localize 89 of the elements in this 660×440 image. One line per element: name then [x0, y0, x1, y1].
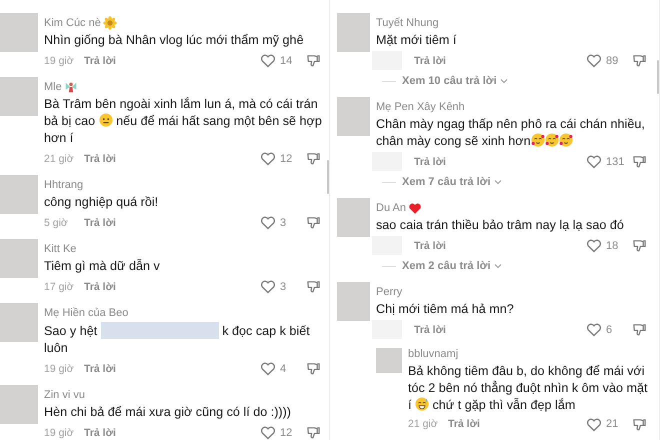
caret-icon [500, 78, 508, 84]
heart-icon[interactable] [586, 154, 602, 169]
like-count: 14 [280, 54, 292, 66]
comment-text: Chị mới tiêm má hả mn? [376, 301, 515, 318]
like-count: 131 [606, 156, 624, 168]
comment-time: 19 giờ [44, 54, 75, 66]
comment-text: Nhìn giống bà Nhân vlog lúc mới thẩm mỹ ghê [44, 32, 305, 49]
caret-icon [494, 263, 502, 269]
user-name[interactable]: Kim Cúc nè [44, 15, 117, 31]
reply-button[interactable]: Trả lời [414, 54, 446, 66]
comment-time: 19 giờ [44, 426, 75, 438]
reply-button[interactable]: Trả lời [414, 324, 446, 336]
scrollbar[interactable] [327, 160, 329, 194]
reply-button[interactable]: Trả lời [84, 426, 116, 438]
heart-icon[interactable] [260, 151, 276, 166]
view-replies-link[interactable]: Xem 7 câu trả lời [402, 176, 502, 188]
dislike-icon[interactable] [632, 154, 647, 169]
heart-icon[interactable] [586, 416, 602, 432]
user-name[interactable]: Mẹ Hiền của Beo [44, 305, 128, 321]
dislike-icon[interactable] [632, 416, 647, 432]
dislike-icon[interactable] [632, 322, 647, 337]
sweat-smile-emoji-icon [415, 397, 429, 411]
flower-emoji-icon [102, 16, 117, 30]
heart-icon[interactable] [260, 279, 276, 294]
reply-button[interactable]: Trả lời [84, 216, 116, 228]
like-count: 4 [280, 362, 286, 374]
reply-button[interactable]: Trả lời [84, 152, 116, 164]
like-count: 12 [280, 152, 292, 164]
user-name[interactable]: Zin vi vu [44, 387, 85, 403]
heart-icon[interactable] [260, 425, 276, 440]
user-name[interactable]: Hhtrang [44, 177, 84, 193]
comment-time: 21 giờ [408, 418, 439, 430]
dislike-icon[interactable] [306, 53, 321, 68]
user-name[interactable]: Kitt Ke [44, 241, 76, 257]
like-count: 12 [280, 426, 292, 438]
like-count: 6 [606, 324, 612, 336]
reply-button[interactable]: Trả lời [84, 54, 116, 66]
comment-text: sao caia trán thiều bảo trâm nay lạ lạ sao đó [376, 217, 625, 234]
comment-text: Bà Trâm bên ngoài xinh lắm lun á, mà có cái trán bả bị cao nếu để mái hất sang một bên sẽ hợp hơn í [44, 96, 323, 147]
comment-time: 19 giờ [44, 362, 75, 374]
comment-text: công nghiệp quá rồi! [44, 194, 160, 211]
reply-button[interactable]: Trả lời [414, 240, 446, 252]
heart-icon[interactable] [586, 322, 602, 337]
smiling-face-hearts-emoji-icon [530, 133, 545, 147]
user-name[interactable]: Mẹ Pen Xây Kênh [376, 99, 465, 115]
dislike-icon[interactable] [306, 279, 321, 294]
scrollbar[interactable] [657, 60, 659, 94]
dislike-icon[interactable] [632, 238, 647, 253]
comment-time: 5 giờ [44, 216, 69, 228]
dislike-icon[interactable] [632, 53, 647, 68]
caret-icon [494, 179, 502, 185]
like-count: 3 [280, 216, 286, 228]
dislike-icon[interactable] [306, 215, 321, 230]
smiling-face-hearts-emoji-icon [558, 133, 573, 147]
comment-text: Mặt mới tiêm í [376, 32, 458, 49]
view-replies-link[interactable]: Xem 10 câu trả lời [402, 75, 508, 87]
like-count: 89 [606, 54, 618, 66]
reply-button[interactable]: Trả lời [448, 418, 480, 430]
dislike-icon[interactable] [306, 425, 321, 440]
neutral-face-emoji-icon [98, 113, 113, 127]
dislike-icon[interactable] [306, 361, 321, 376]
comment-time: 21 giờ [44, 152, 75, 164]
comment-text: Chân mày ngag thấp nên phô ra cái chán nhiều, chân mày cong sẽ xinh hơn [376, 116, 646, 150]
fairy-emoji-icon [64, 80, 78, 94]
heart-emoji-icon [408, 201, 422, 215]
dislike-icon[interactable] [306, 151, 321, 166]
user-name[interactable]: bbluvnamj [408, 346, 458, 362]
heart-icon[interactable] [260, 361, 276, 376]
like-count: 21 [606, 418, 618, 430]
user-name[interactable]: Tuyết Nhung [376, 15, 439, 31]
heart-icon[interactable] [260, 215, 276, 230]
user-name[interactable]: Mle [44, 79, 78, 95]
heart-icon[interactable] [586, 238, 602, 253]
comment-text: Sao y hệt k đọc cap k biết luôn [44, 322, 311, 357]
comment-text: Bả không tiêm đâu b, do không để mái với tóc 2 bên nó thẳng đuột nhìn k ôm vào mặt í chứ t gặp thì vẫn đẹp lắm [408, 363, 648, 414]
smiling-face-hearts-emoji-icon [544, 133, 559, 147]
heart-icon[interactable] [586, 53, 602, 68]
like-count: 18 [606, 240, 618, 252]
user-name[interactable]: Du An [376, 200, 422, 216]
reply-button[interactable]: Trả lời [84, 280, 116, 292]
comment-time: 17 giờ [44, 280, 75, 292]
reply-button[interactable]: Trả lời [414, 156, 446, 168]
view-replies-link[interactable]: Xem 2 câu trả lời [402, 260, 502, 272]
like-count: 3 [280, 280, 286, 292]
user-name[interactable]: Perry [376, 284, 402, 300]
heart-icon[interactable] [260, 53, 276, 68]
comment-text: Tiêm gì mà dữ dẫn v [44, 258, 161, 275]
comment-text: Hèn chi bả để mái xưa giờ cũng có lí do :)))) [44, 404, 292, 421]
reply-button[interactable]: Trả lời [84, 362, 116, 374]
